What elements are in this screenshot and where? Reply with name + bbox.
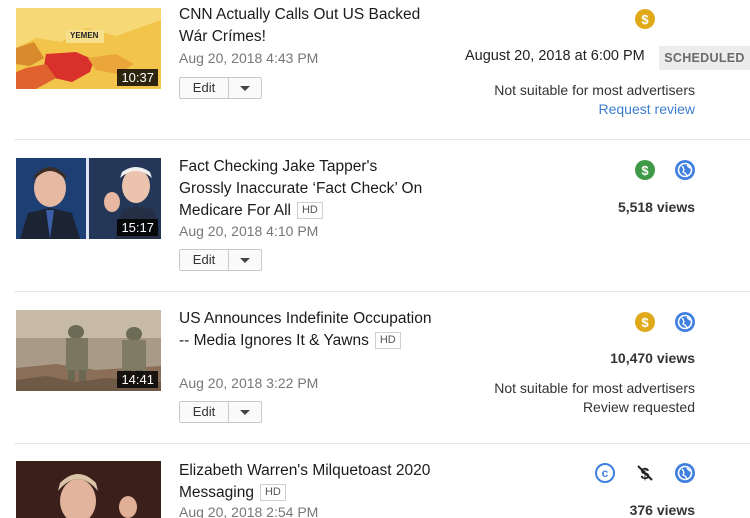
edit-button-group: Edit bbox=[179, 401, 262, 423]
upload-date: Aug 20, 2018 4:10 PM bbox=[179, 223, 319, 239]
copyright-icon[interactable]: c bbox=[595, 463, 615, 483]
monetization-on-icon[interactable]: $ bbox=[635, 160, 655, 180]
scheduled-time: August 20, 2018 at 6:00 PM bbox=[465, 48, 645, 64]
ad-status: Not suitable for most advertisers bbox=[494, 82, 695, 98]
video-thumbnail[interactable]: 14:41 bbox=[16, 310, 161, 391]
view-count: 5,518 views bbox=[617, 199, 695, 215]
caret-down-icon bbox=[240, 85, 250, 91]
view-count: 10,470 views bbox=[610, 350, 695, 366]
video-duration: 14:41 bbox=[117, 371, 158, 388]
edit-button-group: Edit bbox=[179, 249, 262, 271]
edit-dropdown-button[interactable] bbox=[229, 250, 261, 270]
video-title[interactable]: US Announces Indefinite Occupation -- Me… bbox=[179, 308, 434, 352]
video-title[interactable]: CNN Actually Calls Out US Backed Wár Crí… bbox=[179, 4, 434, 48]
hd-badge: HD bbox=[259, 484, 286, 501]
public-globe-icon[interactable] bbox=[675, 463, 695, 483]
edit-button[interactable]: Edit bbox=[180, 402, 229, 422]
video-row: 15:17 Fact Checking Jake Tapper's Grossl… bbox=[0, 152, 750, 304]
monetization-limited-icon[interactable]: $ bbox=[635, 9, 655, 29]
ad-status: Not suitable for most advertisers bbox=[494, 380, 695, 396]
video-title-text: Elizabeth Warren's Milquetoast 2020 Mess… bbox=[179, 462, 431, 501]
row-divider bbox=[14, 139, 750, 140]
hd-badge: HD bbox=[374, 332, 401, 349]
video-title[interactable]: Elizabeth Warren's Milquetoast 2020 Mess… bbox=[179, 460, 434, 504]
video-duration: 10:37 bbox=[117, 69, 158, 86]
upload-date: Aug 20, 2018 3:22 PM bbox=[179, 375, 319, 391]
upload-date: Aug 20, 2018 4:43 PM bbox=[179, 50, 319, 66]
video-thumbnail[interactable]: YEMEN 10:37 bbox=[16, 8, 161, 89]
video-title[interactable]: Fact Checking Jake Tapper's Grossly Inac… bbox=[179, 156, 434, 222]
edit-dropdown-button[interactable] bbox=[229, 402, 261, 422]
video-row: YEMEN 10:37 CNN Actually Calls Out US Ba… bbox=[0, 0, 750, 152]
row-divider bbox=[14, 291, 750, 292]
public-globe-icon[interactable] bbox=[675, 160, 695, 180]
public-globe-icon[interactable] bbox=[675, 312, 695, 332]
request-review-link[interactable]: Request review bbox=[599, 101, 696, 117]
monetization-off-icon[interactable]: $ bbox=[635, 463, 655, 483]
edit-dropdown-button[interactable] bbox=[229, 78, 261, 98]
edit-button[interactable]: Edit bbox=[180, 250, 229, 270]
video-row: Elizabeth Warren's Milquetoast 2020 Mess… bbox=[0, 456, 750, 518]
edit-button-group: Edit bbox=[179, 77, 262, 99]
video-row: 14:41 US Announces Indefinite Occupation… bbox=[0, 304, 750, 456]
row-divider bbox=[14, 443, 750, 444]
caret-down-icon bbox=[240, 409, 250, 415]
scheduled-badge: SCHEDULED bbox=[659, 46, 750, 70]
caret-down-icon bbox=[240, 257, 250, 263]
hd-badge: HD bbox=[296, 202, 323, 219]
monetization-limited-icon[interactable]: $ bbox=[635, 312, 655, 332]
review-status: Review requested bbox=[582, 399, 695, 415]
video-duration: 15:17 bbox=[117, 219, 158, 236]
video-thumbnail[interactable] bbox=[16, 461, 161, 518]
video-thumbnail[interactable]: 15:17 bbox=[16, 158, 161, 239]
upload-date: Aug 20, 2018 2:54 PM bbox=[179, 504, 319, 518]
map-label: YEMEN bbox=[70, 31, 99, 40]
view-count: 376 views bbox=[629, 502, 695, 518]
edit-button[interactable]: Edit bbox=[180, 78, 229, 98]
